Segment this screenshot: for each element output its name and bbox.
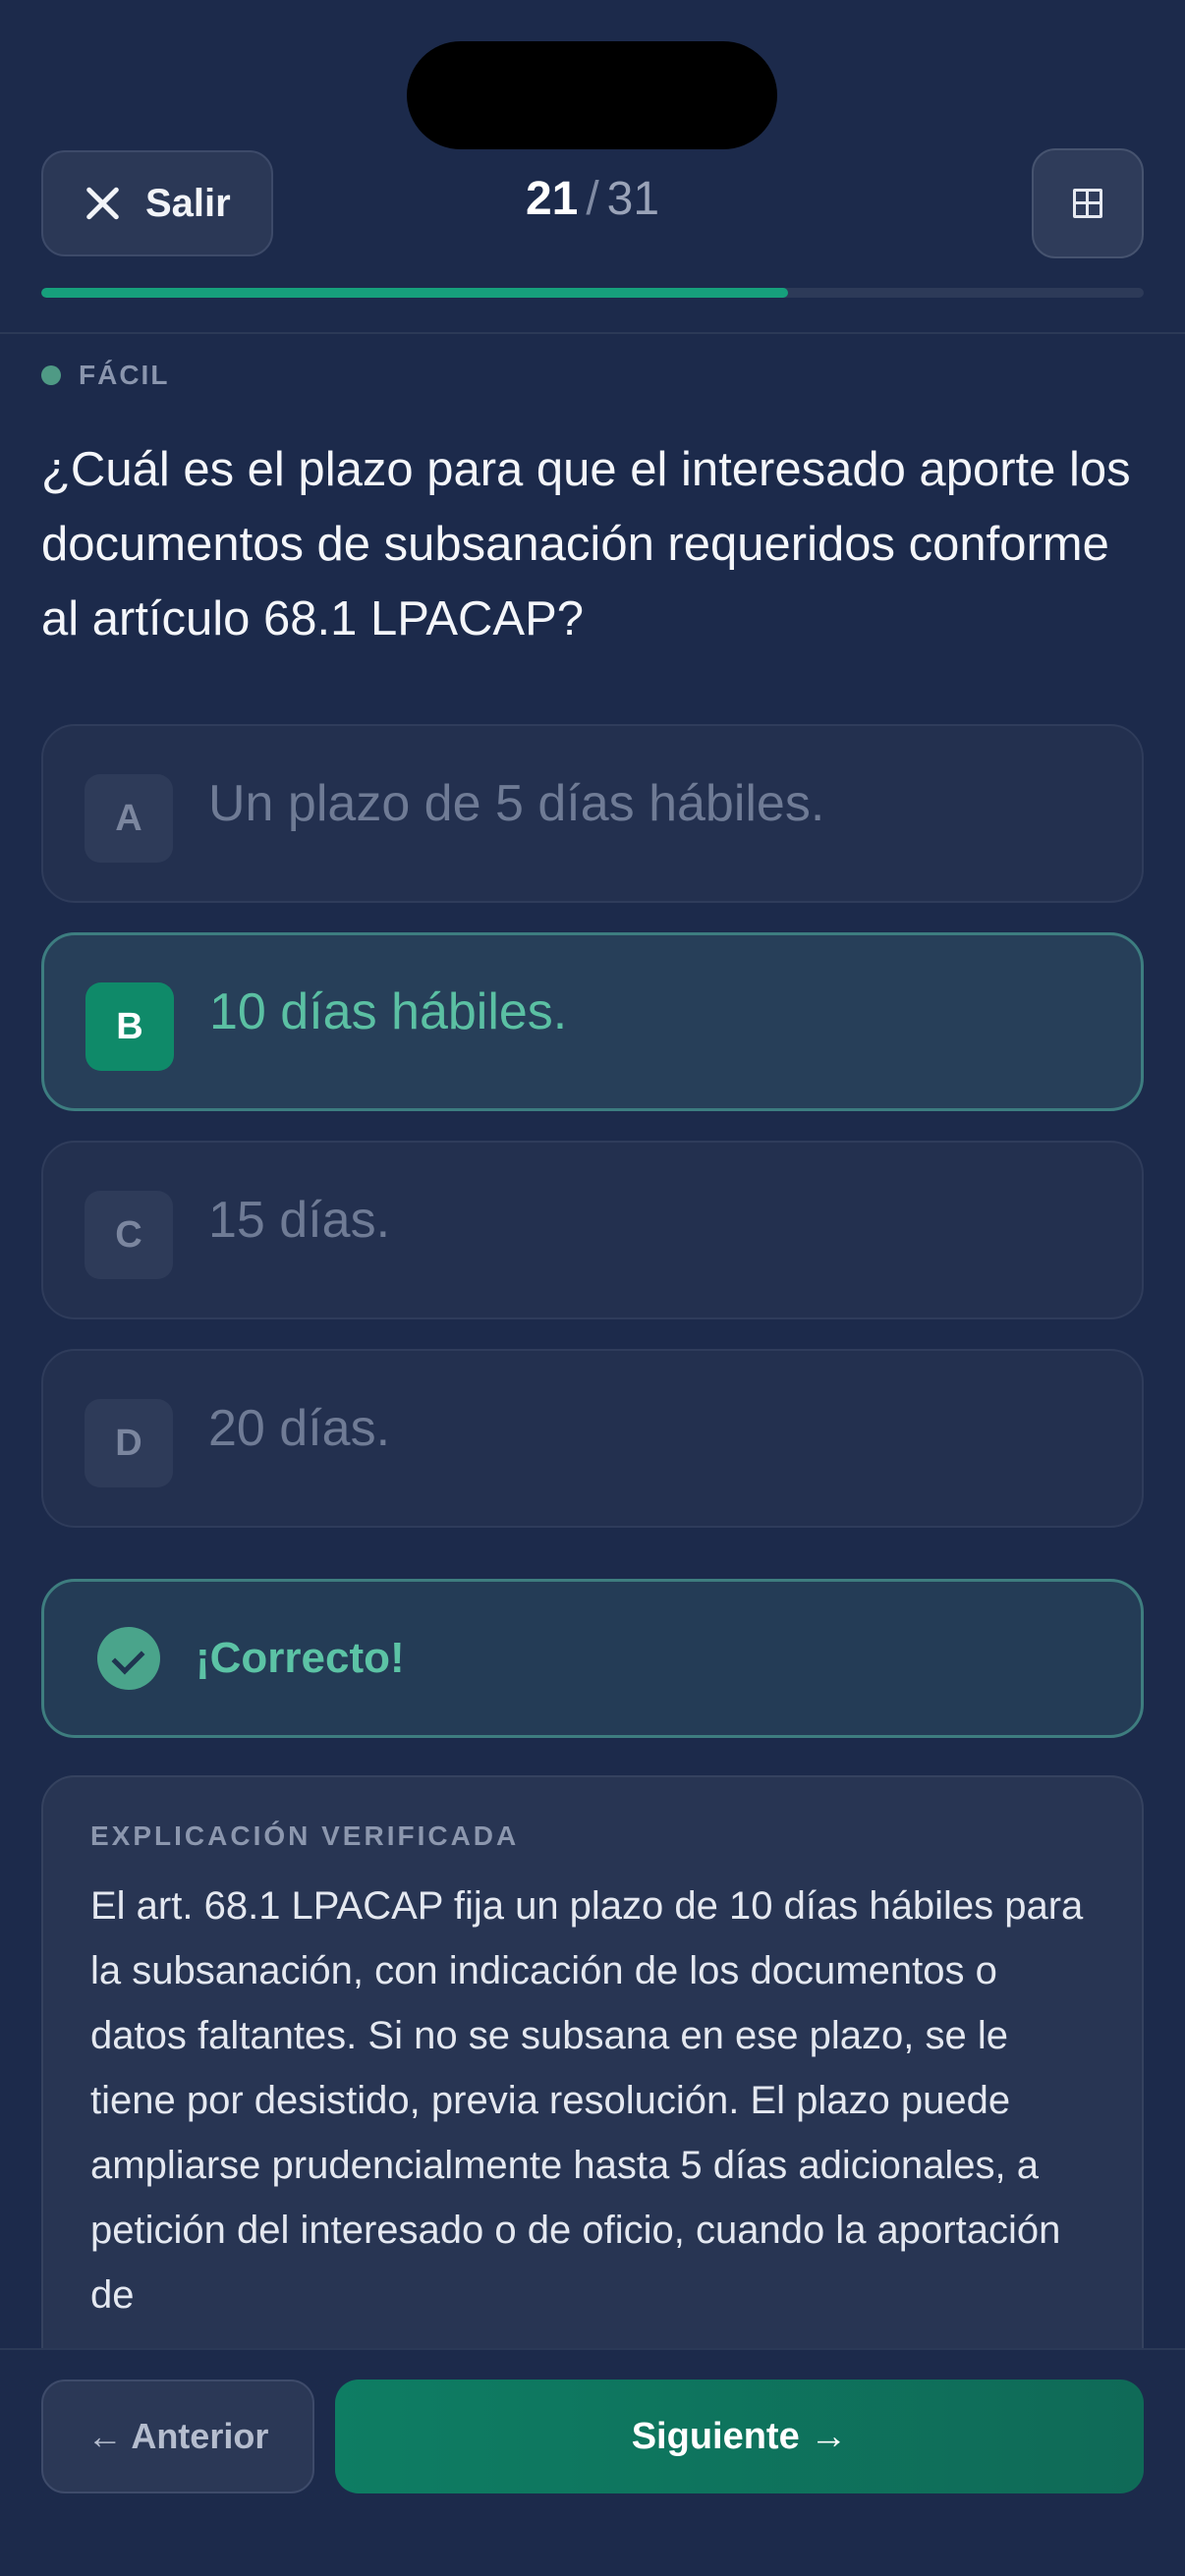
- feedback-banner: ¡Correcto!: [41, 1579, 1144, 1738]
- question-counter: 21/31: [0, 172, 1185, 226]
- option-text: 15 días.: [208, 1192, 391, 1249]
- option-b[interactable]: B 10 días hábiles.: [41, 932, 1144, 1111]
- counter-current: 21: [525, 173, 579, 225]
- check-icon: [97, 1627, 160, 1690]
- option-c[interactable]: C 15 días.: [41, 1141, 1144, 1319]
- previous-button[interactable]: ← Anterior: [41, 2380, 314, 2493]
- counter-separator: /: [586, 173, 599, 225]
- counter-total: 31: [606, 173, 660, 225]
- question-grid-button[interactable]: [1032, 148, 1144, 258]
- option-text: 20 días.: [208, 1400, 391, 1457]
- difficulty-label: FÁCIL: [79, 360, 170, 390]
- progress-fill: [41, 288, 788, 298]
- difficulty-dot-icon: [41, 365, 61, 385]
- header-divider: [0, 332, 1185, 334]
- option-text: 10 días hábiles.: [209, 983, 568, 1040]
- progress-bar: [41, 288, 1144, 298]
- explanation-title: EXPLICACIÓN VERIFICADA: [90, 1820, 520, 1851]
- option-letter: A: [85, 774, 173, 863]
- option-a[interactable]: A Un plazo de 5 días hábiles.: [41, 724, 1144, 903]
- question-text: ¿Cuál es el plazo para que el interesado…: [41, 443, 1131, 645]
- option-d[interactable]: D 20 días.: [41, 1349, 1144, 1528]
- option-letter: D: [85, 1399, 173, 1487]
- next-button[interactable]: Siguiente →: [335, 2380, 1144, 2493]
- feedback-text: ¡Correcto!: [196, 1634, 405, 1682]
- grid-icon: [1073, 189, 1102, 218]
- option-letter: C: [85, 1191, 173, 1279]
- difficulty-badge: FÁCIL: [41, 360, 169, 391]
- quiz-screen: Salir 21/31 FÁCIL ¿Cuál es el plazo para…: [0, 0, 1185, 2576]
- option-letter: B: [85, 982, 174, 1071]
- dynamic-island: [407, 41, 777, 149]
- explanation-body: El art. 68.1 LPACAP fija un plazo de 10 …: [90, 1884, 1084, 2317]
- option-text: Un plazo de 5 días hábiles.: [208, 775, 825, 832]
